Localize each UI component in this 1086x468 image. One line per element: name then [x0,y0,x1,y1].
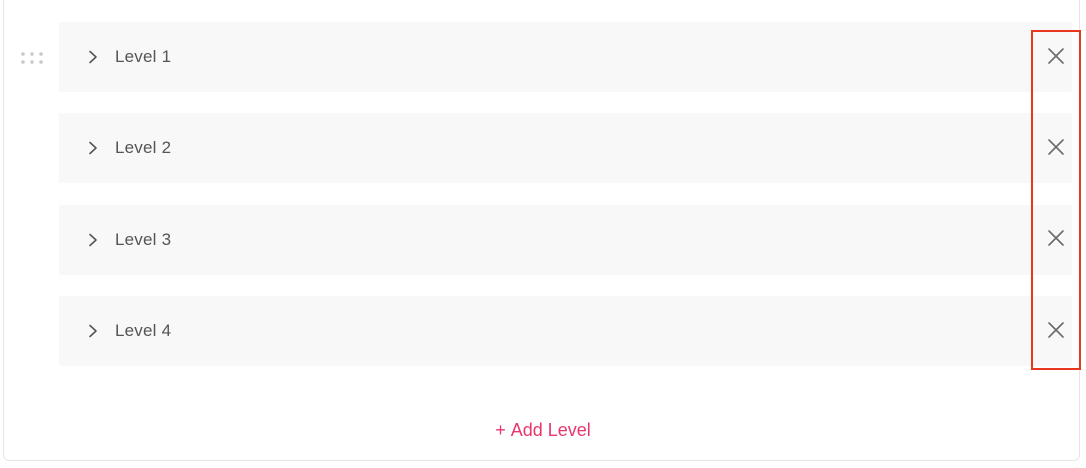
chevron-right-icon[interactable] [86,233,100,247]
level-label: Level 2 [115,138,172,157]
add-level-label: Add Level [510,420,591,440]
level-label: Level 1 [115,47,172,66]
remove-level-2-button[interactable] [1043,136,1069,162]
close-icon [1047,229,1065,252]
plus-icon: + [495,420,506,440]
remove-level-4-button[interactable] [1043,319,1069,345]
level-row-2[interactable]: Level 2 [59,113,1072,183]
close-icon [1047,321,1065,344]
level-row-3[interactable]: Level 3 [59,205,1072,275]
chevron-right-icon[interactable] [86,324,100,338]
level-label: Level 3 [115,230,172,249]
close-icon [1047,138,1065,161]
chevron-right-icon[interactable] [86,141,100,155]
level-row-4[interactable]: Level 4 [59,296,1072,366]
level-row-1[interactable]: Level 1 [59,22,1072,92]
level-label: Level 4 [115,321,172,340]
remove-level-1-button[interactable] [1043,45,1069,71]
close-icon [1047,47,1065,70]
add-level-button[interactable]: + Add Level [0,420,1086,441]
remove-level-3-button[interactable] [1043,227,1069,253]
chevron-right-icon[interactable] [86,50,100,64]
drag-handle-icon[interactable] [19,50,45,66]
